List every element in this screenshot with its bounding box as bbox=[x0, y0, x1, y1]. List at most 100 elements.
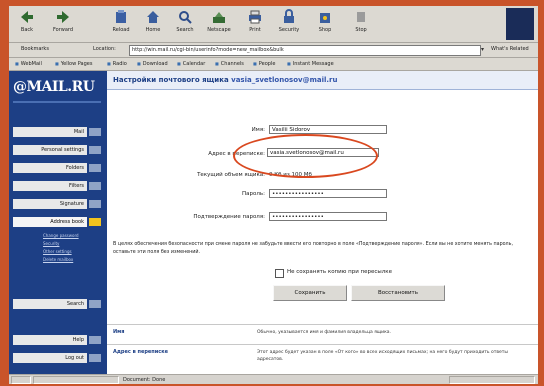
help-row: Адрес в переписке Этот адрес будет указа… bbox=[107, 344, 538, 374]
sidebar-item-search[interactable]: Search bbox=[13, 299, 101, 309]
home-button[interactable]: Home bbox=[139, 8, 167, 40]
reload-button[interactable]: Reload bbox=[107, 8, 135, 40]
no-copy-checkbox[interactable] bbox=[275, 269, 284, 278]
sidebar-item-label: Help bbox=[13, 335, 87, 345]
shop-icon bbox=[320, 13, 330, 23]
netscape-logo bbox=[506, 8, 534, 40]
forward-button[interactable]: Forward bbox=[49, 8, 77, 40]
personal-link[interactable]: Radio bbox=[107, 61, 127, 67]
go-icon bbox=[89, 218, 101, 226]
security-button[interactable]: Security bbox=[275, 8, 303, 40]
netscape-button[interactable]: Netscape bbox=[205, 8, 233, 40]
sidebar-item-label: Folders bbox=[13, 163, 87, 173]
bookmarks-button[interactable]: Bookmarks bbox=[21, 46, 49, 52]
go-icon bbox=[89, 164, 101, 172]
sidebar-link[interactable]: Other settings bbox=[43, 249, 72, 254]
go-icon bbox=[89, 336, 101, 344]
go-icon bbox=[89, 128, 101, 136]
dropdown-arrow-icon[interactable]: ▾ bbox=[481, 46, 484, 53]
print-button[interactable]: Print bbox=[241, 8, 269, 40]
sidebar-item-help[interactable]: Help bbox=[13, 335, 101, 345]
name-label: Имя: bbox=[251, 127, 265, 133]
help-desc: Этот адрес будет указан в поле «От кого»… bbox=[257, 350, 508, 362]
confirm-password-input[interactable]: •••••••••••••••• bbox=[269, 212, 387, 221]
reload-icon bbox=[116, 10, 126, 23]
no-copy-label: Не сохранять копию при пересылке bbox=[287, 269, 392, 275]
sidebar-item-settings[interactable]: Personal settings bbox=[13, 145, 101, 155]
personal-link[interactable]: Channels bbox=[215, 61, 244, 67]
main-content: Настройки почтового ящика vasia_svetlono… bbox=[107, 71, 538, 374]
back-button[interactable]: Back bbox=[13, 8, 41, 40]
stop-button[interactable]: Stop bbox=[347, 8, 375, 40]
confirm-password-label: Подтверждение пароля: bbox=[193, 214, 265, 220]
password-label: Пароль: bbox=[242, 191, 265, 197]
address-highlight-ellipse bbox=[233, 134, 378, 178]
sidebar-item-folders[interactable]: Folders bbox=[13, 163, 101, 173]
sidebar-link[interactable]: Delete mailbox bbox=[43, 257, 73, 262]
personal-toolbar: WebMail Yellow Pages Radio Download Cale… bbox=[9, 58, 538, 71]
sidebar-item-label: Search bbox=[13, 299, 87, 309]
name-input[interactable]: Vasilii Sidorov bbox=[269, 125, 387, 134]
site-logo[interactable]: @MAIL.RU bbox=[13, 79, 95, 95]
help-term: Имя bbox=[113, 329, 125, 335]
help-row: Имя Обычно, указывается имя и фамилия вл… bbox=[107, 324, 538, 345]
sidebar-item-label: Filters bbox=[13, 181, 87, 191]
location-label: Location: bbox=[93, 46, 116, 52]
page-title-text: Настройки почтового ящика bbox=[113, 76, 229, 84]
stop-icon bbox=[357, 12, 365, 22]
password-notice: В целях обеспечения безопасности при сме… bbox=[113, 242, 513, 255]
sidebar-item-label: Personal settings bbox=[13, 145, 87, 155]
lock-icon bbox=[284, 9, 294, 23]
url-input[interactable]: http://win.mail.ru/cgi-bin/userinfo?mode… bbox=[129, 45, 481, 56]
go-icon bbox=[89, 146, 101, 154]
sidebar-link[interactable]: Change password bbox=[43, 233, 79, 238]
personal-link[interactable]: People bbox=[253, 61, 276, 67]
shop-button[interactable]: Shop bbox=[311, 8, 339, 40]
search-button[interactable]: Search bbox=[171, 8, 199, 40]
mailbox-size-label: Текущий объем ящика: bbox=[197, 172, 265, 178]
security-status-icon bbox=[11, 376, 31, 384]
save-button[interactable]: Сохранить bbox=[273, 285, 347, 301]
navigation-toolbar: Back Forward Reload Home Search Netscape… bbox=[9, 6, 538, 43]
account-email: vasia_svetlonosov@mail.ru bbox=[231, 76, 338, 84]
whats-related-button[interactable]: What's Related bbox=[491, 46, 529, 52]
help-desc: Обычно, указывается имя и фамилия владел… bbox=[257, 330, 391, 335]
sidebar-item-address-book[interactable]: Address book bbox=[13, 217, 101, 227]
location-bar: Bookmarks Location: http://win.mail.ru/c… bbox=[9, 43, 538, 58]
help-term: Адрес в переписке bbox=[113, 349, 169, 355]
netscape-icon bbox=[213, 12, 225, 23]
go-icon bbox=[89, 300, 101, 308]
component-bar bbox=[449, 376, 535, 384]
sidebar-item-label: Address book bbox=[13, 217, 87, 227]
go-icon bbox=[89, 182, 101, 190]
logo-divider bbox=[13, 101, 101, 103]
sidebar-item-label: Mail bbox=[13, 127, 87, 137]
sidebar-item-label: Signature bbox=[13, 199, 87, 209]
status-bar: Document: Done bbox=[9, 374, 538, 384]
sidebar-item-logout[interactable]: Log out bbox=[13, 353, 101, 363]
home-icon bbox=[147, 11, 159, 23]
go-icon bbox=[89, 354, 101, 362]
sidebar-item-mail[interactable]: Mail bbox=[13, 127, 101, 137]
status-text: Document: Done bbox=[123, 377, 166, 383]
print-icon bbox=[249, 10, 261, 24]
browser-window: Back Forward Reload Home Search Netscape… bbox=[9, 6, 538, 384]
sidebar-item-label: Log out bbox=[13, 353, 87, 363]
back-arrow-icon bbox=[21, 11, 33, 23]
personal-link[interactable]: Calendar bbox=[177, 61, 205, 67]
personal-link[interactable]: Instant Message bbox=[287, 61, 334, 67]
sidebar: @MAIL.RU Mail Personal settings Folders … bbox=[9, 71, 107, 374]
sidebar-link[interactable]: Security bbox=[43, 241, 59, 246]
search-icon bbox=[179, 11, 192, 24]
page-title: Настройки почтового ящика vasia_svetlono… bbox=[113, 76, 337, 84]
personal-link[interactable]: WebMail bbox=[15, 61, 42, 67]
page-header: Настройки почтового ящика vasia_svetlono… bbox=[107, 71, 538, 90]
restore-button[interactable]: Восстановить bbox=[351, 285, 445, 301]
personal-link[interactable]: Download bbox=[137, 61, 168, 67]
password-input[interactable]: •••••••••••••••• bbox=[269, 189, 387, 198]
sidebar-item-filters[interactable]: Filters bbox=[13, 181, 101, 191]
forward-arrow-icon bbox=[57, 11, 69, 23]
personal-link[interactable]: Yellow Pages bbox=[55, 61, 93, 67]
go-icon bbox=[89, 200, 101, 208]
sidebar-item-signature[interactable]: Signature bbox=[13, 199, 101, 209]
